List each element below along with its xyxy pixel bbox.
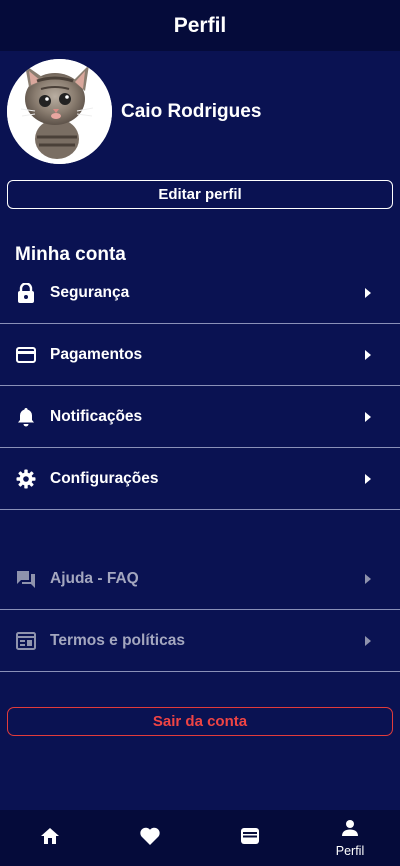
credit-card-icon — [16, 345, 36, 365]
user-name: Caio Rodrigues — [121, 100, 262, 122]
nav-item-wallet[interactable] — [200, 810, 300, 866]
nav-item-label: Perfil — [335, 843, 365, 858]
person-icon — [341, 819, 359, 842]
nav-item-home[interactable] — [0, 810, 100, 866]
gear-icon — [16, 469, 36, 489]
chat-icon — [16, 569, 36, 589]
menu-item-notifications[interactable]: Notificações — [0, 386, 400, 448]
menu-item-label: Ajuda - FAQ — [50, 569, 139, 587]
avatar[interactable] — [7, 59, 112, 164]
document-icon — [16, 631, 36, 651]
menu-item-faq[interactable]: Ajuda - FAQ — [0, 548, 400, 610]
menu-item-terms[interactable]: Termos e políticas — [0, 610, 400, 672]
bottom-navigation: Perfil — [0, 810, 400, 866]
menu-item-label: Termos e políticas — [50, 631, 185, 649]
menu-item-label: Segurança — [50, 283, 130, 301]
page-title: Perfil — [173, 13, 227, 37]
logout-button[interactable]: Sair da conta — [7, 707, 393, 736]
chevron-right-icon — [364, 573, 372, 584]
menu-item-label: Configurações — [50, 469, 159, 487]
app-header: Perfil — [0, 0, 400, 51]
chevron-right-icon — [364, 635, 372, 646]
chevron-right-icon — [364, 287, 372, 298]
chevron-right-icon — [364, 349, 372, 360]
chevron-right-icon — [364, 473, 372, 484]
help-menu: Ajuda - FAQ Termos e políticas — [0, 548, 400, 672]
profile-summary: Caio Rodrigues — [7, 59, 261, 164]
menu-item-label: Pagamentos — [50, 345, 143, 363]
edit-profile-button[interactable]: Editar perfil — [7, 180, 393, 209]
lock-icon — [16, 282, 36, 303]
nav-item-profile[interactable]: Perfil — [300, 810, 400, 866]
wallet-icon — [240, 827, 260, 850]
bell-icon — [16, 407, 36, 427]
menu-item-security[interactable]: Segurança — [0, 262, 400, 324]
menu-item-payments[interactable]: Pagamentos — [0, 324, 400, 386]
menu-item-label: Notificações — [50, 407, 143, 425]
chevron-right-icon — [364, 411, 372, 422]
menu-item-settings[interactable]: Configurações — [0, 448, 400, 510]
heart-icon — [139, 826, 161, 851]
account-menu: Segurança Pagamentos Notificações Config… — [0, 262, 400, 510]
home-icon — [40, 827, 60, 850]
nav-item-favorites[interactable] — [100, 810, 200, 866]
